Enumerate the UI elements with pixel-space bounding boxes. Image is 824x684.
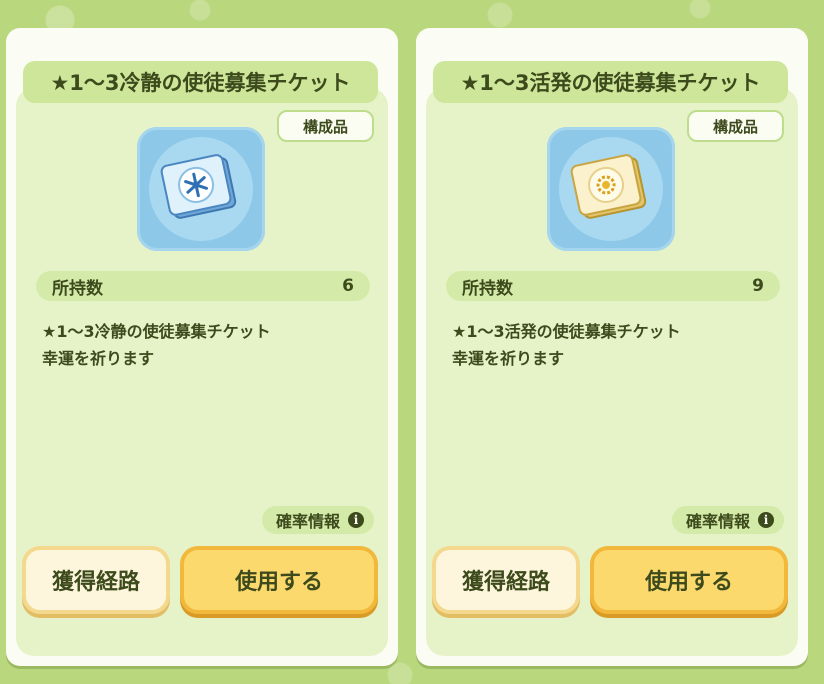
card-title: ★1〜3冷静の使徒募集チケット: [23, 61, 378, 103]
probability-info-label: 確率情報: [685, 512, 750, 531]
components-badge[interactable]: 構成品: [687, 110, 784, 142]
description-line-1: ★1〜3冷静の使徒募集チケット: [42, 322, 271, 341]
components-badge[interactable]: 構成品: [277, 110, 374, 142]
probability-info-button[interactable]: 確率情報 i: [671, 506, 784, 534]
item-description: ★1〜3活発の使徒募集チケット 幸運を祈ります: [452, 318, 772, 372]
owned-count: 9: [752, 276, 764, 296]
description-line-1: ★1〜3活発の使徒募集チケット: [452, 322, 681, 341]
ticket-card-calm: ★1〜3冷静の使徒募集チケット 構成品 所持数 6 ★1〜3冷静の使徒募集チケッ…: [6, 28, 398, 666]
info-icon: i: [758, 512, 774, 528]
owned-count-row: 所持数 6: [36, 271, 370, 301]
owned-count-row: 所持数 9: [446, 271, 780, 301]
acquisition-route-button[interactable]: 獲得経路: [432, 546, 580, 614]
description-line-2: 幸運を祈ります: [452, 349, 565, 368]
ticket-icon-frame: [547, 127, 675, 251]
description-line-2: 幸運を祈ります: [42, 349, 155, 368]
ticket-card-active: ★1〜3活発の使徒募集チケット 構成品 所持数 9 ★1〜3活発の使徒募集チケッ…: [416, 28, 808, 666]
acquisition-route-button[interactable]: 獲得経路: [22, 546, 170, 614]
probability-info-button[interactable]: 確率情報 i: [261, 506, 374, 534]
info-icon: i: [348, 512, 364, 528]
use-button[interactable]: 使用する: [180, 546, 378, 614]
use-button[interactable]: 使用する: [590, 546, 788, 614]
owned-label: 所持数: [462, 278, 513, 299]
owned-label: 所持数: [52, 278, 103, 299]
yellow-sun-ticket-icon: [570, 154, 647, 219]
owned-count: 6: [342, 276, 354, 296]
ticket-icon-frame: [137, 127, 265, 251]
blue-snowflake-ticket-icon: [160, 154, 237, 219]
probability-info-label: 確率情報: [275, 512, 340, 531]
card-title: ★1〜3活発の使徒募集チケット: [433, 61, 788, 103]
item-description: ★1〜3冷静の使徒募集チケット 幸運を祈ります: [42, 318, 362, 372]
